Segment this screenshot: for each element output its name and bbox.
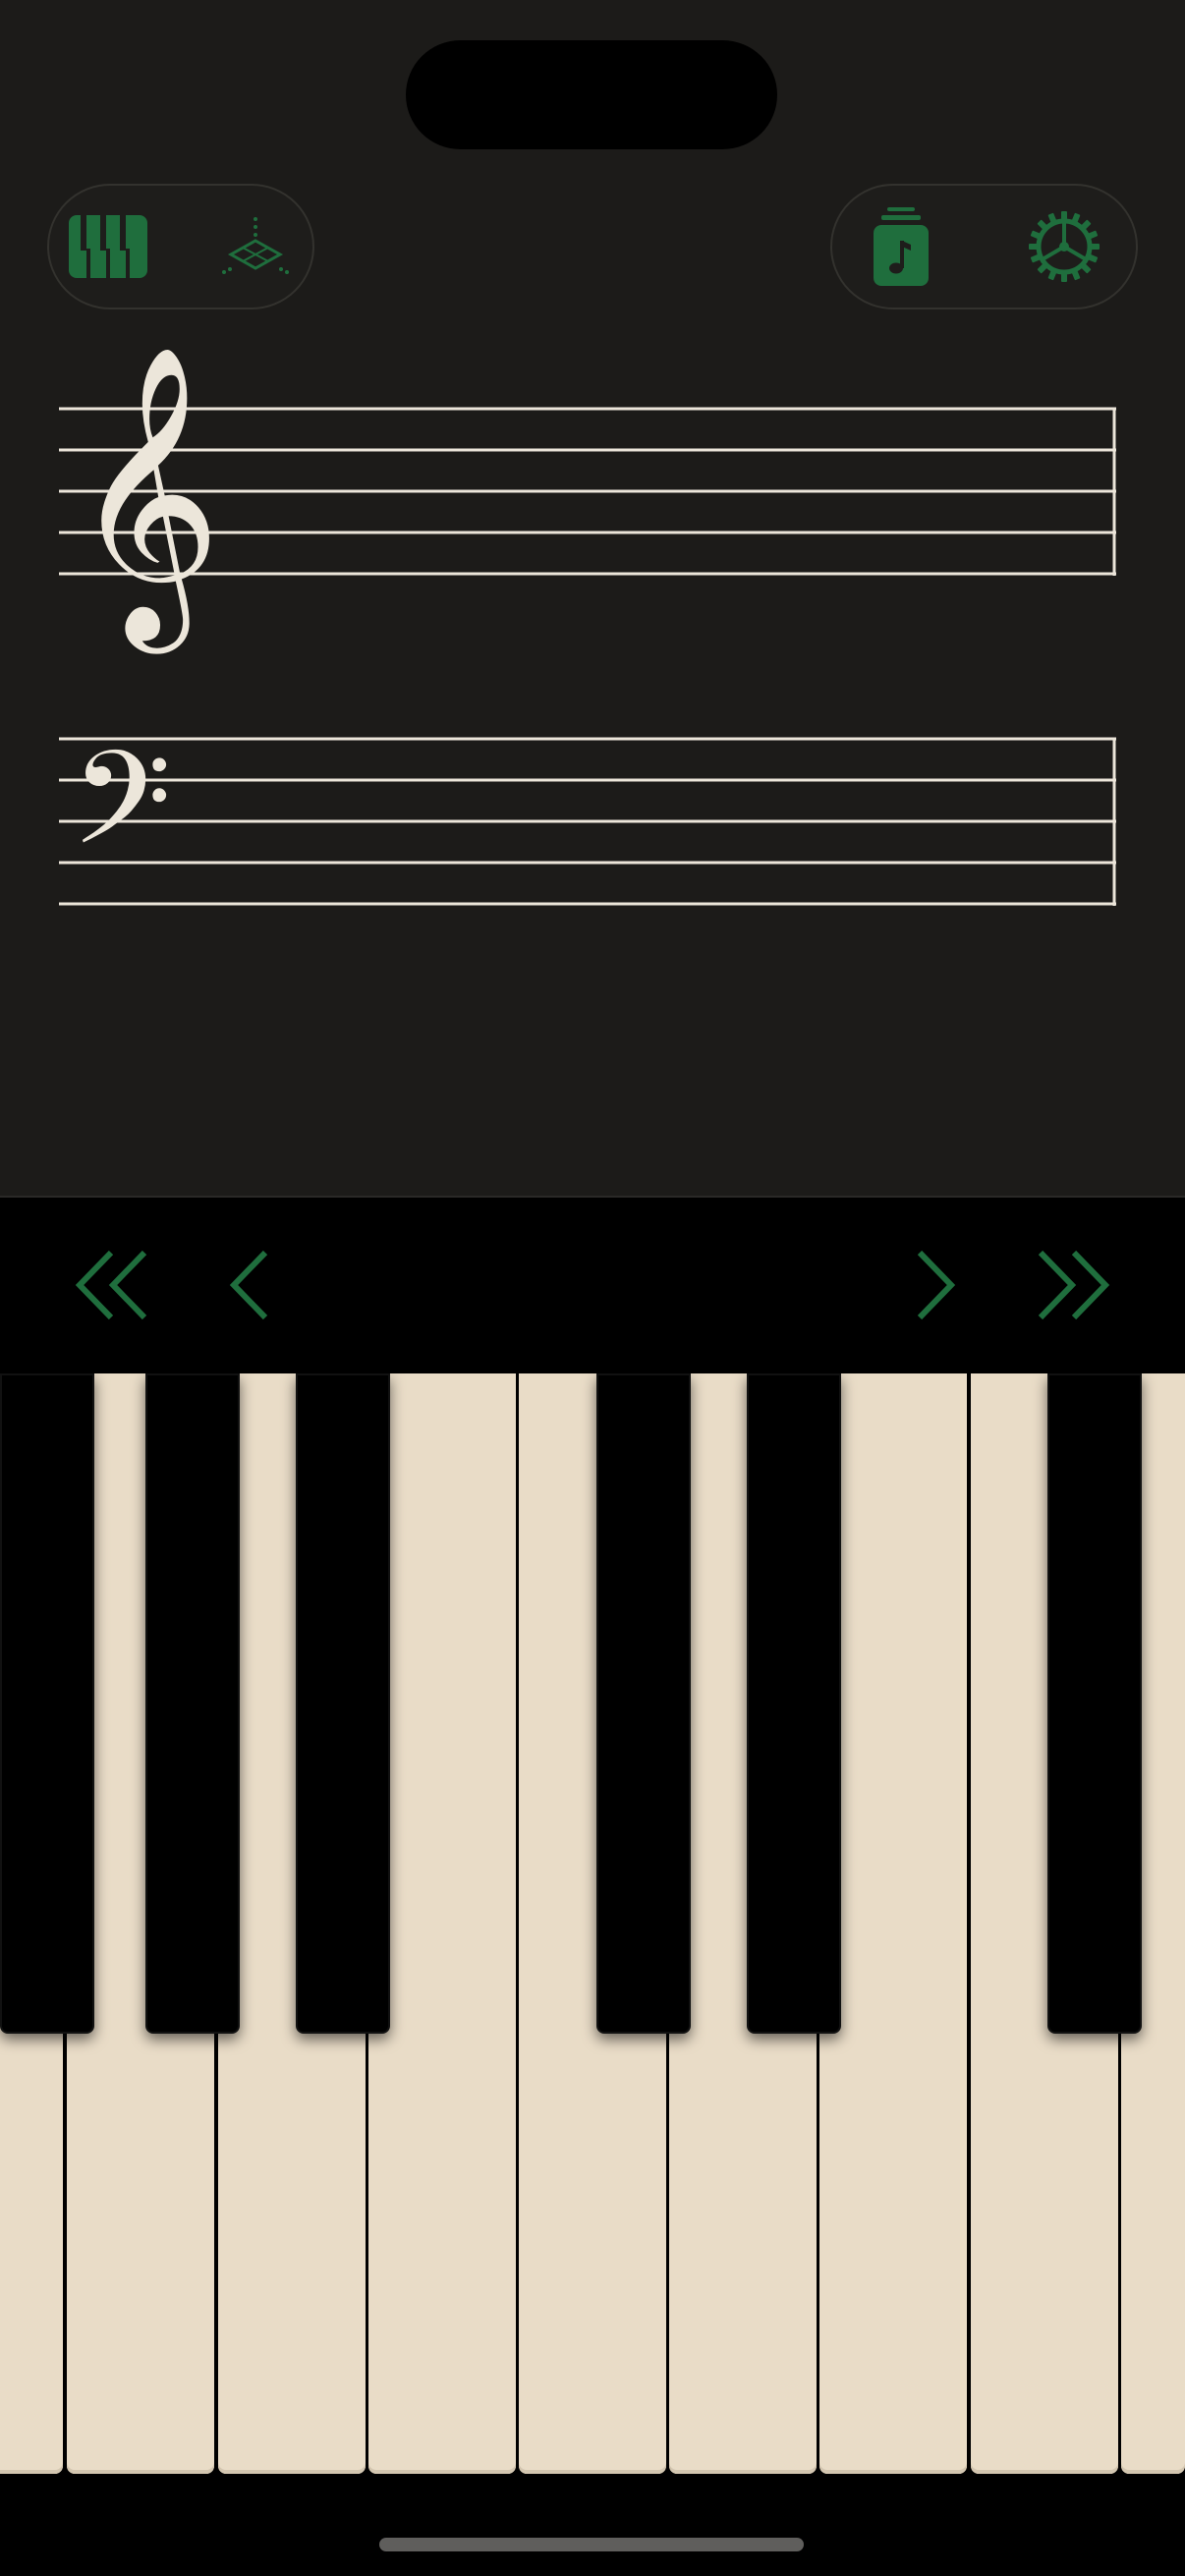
black-key[interactable] [596,1373,691,2034]
home-indicator[interactable] [379,2538,804,2551]
step-back-button[interactable] [195,1231,303,1339]
white-key[interactable] [819,1373,967,2474]
navigation-bar [0,1196,1185,1373]
grand-staff: 𝄞 𝄢 [59,344,1116,906]
jump-forward-icon [1038,1250,1110,1320]
jump-back-icon [75,1250,147,1320]
left-toolbar [47,184,314,309]
black-key[interactable] [296,1373,390,2034]
notation-area: 𝄞 𝄢 [0,0,1185,1196]
jump-forward-button[interactable] [1018,1231,1126,1339]
gear-icon [1029,211,1100,282]
step-back-icon [229,1250,268,1320]
black-key[interactable] [747,1373,841,2034]
white-key[interactable] [368,1373,516,2474]
dynamic-island [406,40,777,149]
black-key[interactable] [1047,1373,1142,2034]
jump-back-button[interactable] [59,1231,167,1339]
bass-clef: 𝄢 [71,722,172,906]
black-key[interactable] [145,1373,240,2034]
treble-clef: 𝄞 [71,344,222,655]
right-toolbar [830,184,1138,309]
settings-button[interactable] [1015,197,1113,296]
piano-keyboard [0,1373,1185,2476]
piano-keyboard-icon [69,215,147,278]
step-forward-button[interactable] [882,1231,990,1339]
step-forward-icon [917,1250,956,1320]
piano-mode-button[interactable] [59,197,157,296]
layers-icon [222,217,289,274]
bass-staff [59,737,1116,906]
music-library-button[interactable] [852,197,950,296]
black-key[interactable] [0,1373,94,2034]
app-screen: 𝄞 𝄢 [0,0,1185,2576]
layers-button[interactable] [206,197,305,296]
music-library-icon [874,207,929,286]
